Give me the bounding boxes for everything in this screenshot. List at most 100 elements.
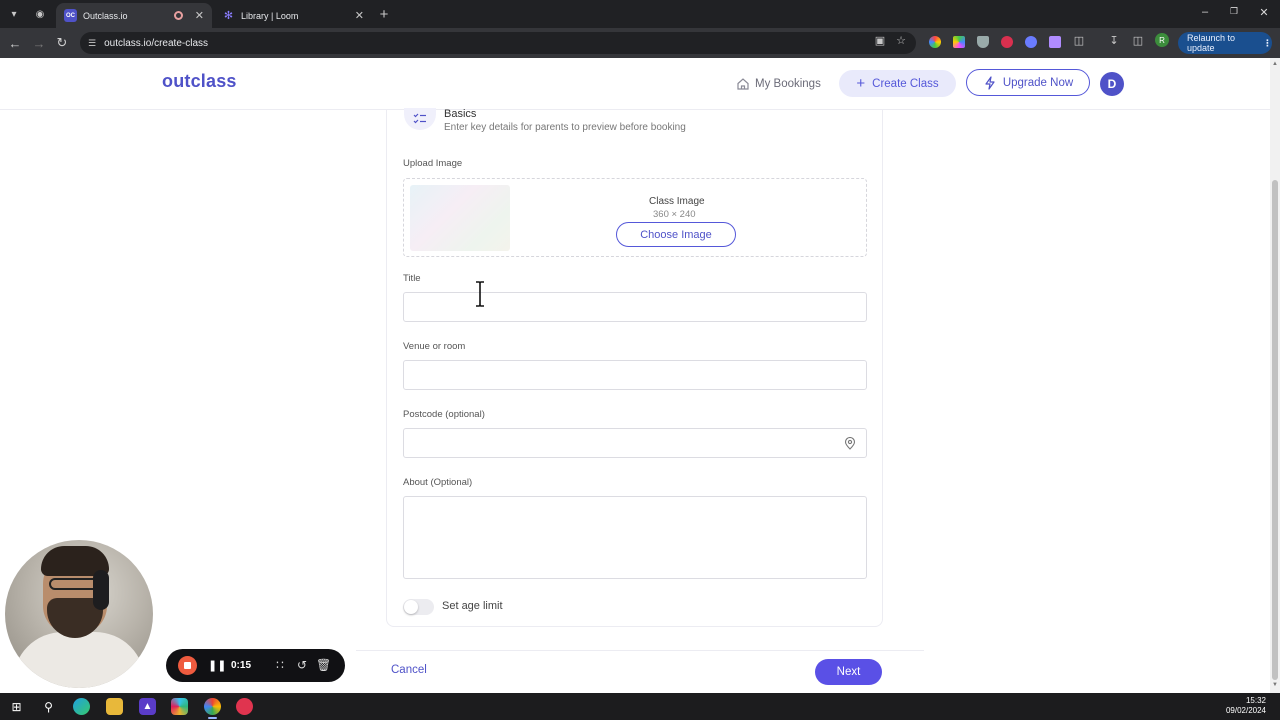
about-label: About (Optional) bbox=[403, 477, 473, 488]
extension-pen-icon[interactable] bbox=[1049, 36, 1061, 48]
scrollbar-thumb[interactable] bbox=[1272, 180, 1278, 680]
venue-input[interactable] bbox=[404, 361, 866, 389]
shield-extension-icon[interactable] bbox=[977, 36, 989, 48]
section-title: Basics bbox=[444, 108, 477, 120]
cancel-button[interactable]: Cancel bbox=[391, 664, 427, 676]
app-purple-icon[interactable]: ▲ bbox=[139, 698, 156, 715]
side-panel-icon[interactable]: ◫ bbox=[1131, 33, 1145, 47]
file-explorer-icon[interactable] bbox=[106, 698, 123, 715]
relaunch-to-update-button[interactable]: Relaunch to update ⋮ bbox=[1178, 32, 1272, 54]
tab-outclass[interactable]: OC Outclass.io ✕ bbox=[56, 3, 212, 28]
profile-avatar[interactable]: R bbox=[1155, 33, 1169, 47]
toggle-knob bbox=[404, 600, 418, 614]
minimize-icon[interactable]: – bbox=[1197, 6, 1213, 18]
restart-icon[interactable]: ↺ bbox=[295, 658, 309, 672]
location-pin-icon[interactable] bbox=[844, 437, 856, 450]
slack-icon[interactable] bbox=[171, 698, 188, 715]
restore-icon[interactable]: ❐ bbox=[1226, 6, 1242, 17]
tab-label: Outclass.io bbox=[83, 10, 128, 21]
new-tab-icon[interactable]: + bbox=[374, 4, 394, 24]
outclass-favicon-icon: OC bbox=[64, 9, 77, 22]
postcode-input[interactable] bbox=[404, 429, 866, 457]
more-menu-icon: ⋮ bbox=[1263, 37, 1272, 48]
drawing-tools-icon[interactable]: ∷ bbox=[273, 658, 287, 672]
close-tab-icon[interactable]: ✕ bbox=[195, 9, 204, 22]
clock-time: 15:32 bbox=[1245, 696, 1266, 705]
webcam-bubble[interactable] bbox=[5, 540, 153, 688]
search-icon[interactable]: ⚲ bbox=[40, 698, 57, 715]
next-button[interactable]: Next bbox=[815, 659, 882, 685]
recording-timer: 0:15 bbox=[231, 660, 252, 671]
browser-toolbar: ← → ↻ ☰ outclass.io/create-class ▣ ☆ ◫ ↧… bbox=[0, 28, 1280, 58]
stop-icon bbox=[184, 662, 191, 669]
create-class-button[interactable]: + Create Class bbox=[839, 70, 956, 97]
image-upload-dropzone[interactable]: Class Image 360 × 240 Choose Image bbox=[403, 178, 867, 257]
browser-titlebar: ▾ ◉ OC Outclass.io ✕ ✻ Library | Loom ✕ … bbox=[0, 0, 1280, 28]
chrome-taskbar-icon[interactable] bbox=[204, 698, 221, 719]
user-avatar[interactable]: D bbox=[1100, 72, 1124, 96]
upload-image-label: Upload Image bbox=[403, 158, 463, 169]
back-icon[interactable]: ← bbox=[6, 34, 24, 52]
close-tab-icon[interactable]: ✕ bbox=[355, 9, 364, 22]
loom-extension-icon[interactable] bbox=[1001, 36, 1013, 48]
windows-taskbar: ⊞ ⚲ ▲ 15:32 09/02/2024 bbox=[0, 693, 1280, 720]
class-image-preview bbox=[410, 185, 510, 251]
loom-recording-controls: ❚❚ 0:15 ∷ ↺ 🗑 bbox=[166, 649, 345, 682]
tab-loom-library[interactable]: ✻ Library | Loom ✕ bbox=[214, 3, 372, 28]
about-textarea-wrapper bbox=[403, 496, 867, 579]
class-image-dimensions: 360 × 240 bbox=[653, 209, 696, 220]
page: outclass My Bookings + Create Class Upgr… bbox=[0, 58, 1270, 693]
download-icon[interactable]: ↧ bbox=[1107, 33, 1121, 47]
pause-icon[interactable]: ❚❚ bbox=[208, 659, 226, 672]
address-bar[interactable]: ☰ outclass.io/create-class bbox=[80, 32, 916, 54]
text-cursor-icon bbox=[476, 281, 484, 307]
close-window-icon[interactable]: ✕ bbox=[1256, 6, 1272, 19]
system-clock[interactable]: 15:32 09/02/2024 bbox=[1226, 696, 1266, 716]
delete-icon[interactable]: 🗑 bbox=[316, 658, 331, 672]
site-header: outclass My Bookings + Create Class Upgr… bbox=[0, 58, 1270, 110]
upgrade-now-button[interactable]: Upgrade Now bbox=[966, 69, 1090, 96]
section-subtitle: Enter key details for parents to preview… bbox=[444, 122, 686, 133]
postcode-label: Postcode (optional) bbox=[403, 409, 485, 420]
age-limit-label: Set age limit bbox=[442, 600, 503, 612]
site-info-icon[interactable]: ☰ bbox=[88, 38, 96, 49]
reload-icon[interactable]: ↻ bbox=[53, 34, 71, 52]
class-image-title: Class Image bbox=[649, 196, 705, 207]
extensions-puzzle-icon[interactable]: ◫ bbox=[1072, 33, 1086, 47]
edge-browser-icon[interactable] bbox=[73, 698, 90, 715]
extension-badge-icon[interactable] bbox=[1025, 36, 1037, 48]
scroll-down-icon[interactable]: ▼ bbox=[1272, 682, 1278, 688]
recording-dot-icon bbox=[173, 11, 183, 20]
postcode-input-wrapper bbox=[403, 428, 867, 458]
age-limit-toggle[interactable] bbox=[403, 599, 434, 615]
bookmark-star-icon[interactable]: ☆ bbox=[894, 33, 908, 47]
tab-search-icon[interactable]: ▾ bbox=[4, 4, 24, 24]
url-text: outclass.io/create-class bbox=[104, 37, 209, 49]
cast-icon[interactable]: ▣ bbox=[873, 33, 887, 47]
tab-label: Library | Loom bbox=[241, 10, 299, 21]
scroll-up-icon[interactable]: ▲ bbox=[1272, 61, 1278, 67]
title-input-wrapper bbox=[403, 292, 867, 322]
extension-pinwheel-icon[interactable] bbox=[953, 36, 965, 48]
create-class-label: Create Class bbox=[872, 77, 939, 90]
title-label: Title bbox=[403, 273, 421, 284]
webcam-person-body bbox=[13, 632, 145, 688]
my-bookings-label: My Bookings bbox=[755, 78, 821, 90]
webcam-headphones bbox=[93, 570, 109, 610]
choose-image-button[interactable]: Choose Image bbox=[616, 222, 736, 247]
venue-input-wrapper bbox=[403, 360, 867, 390]
my-bookings-link[interactable]: My Bookings bbox=[736, 74, 821, 94]
stop-recording-button[interactable] bbox=[178, 656, 197, 675]
upgrade-label: Upgrade Now bbox=[1002, 76, 1074, 89]
extension-color-icon[interactable] bbox=[929, 36, 941, 48]
loom-favicon-icon: ✻ bbox=[223, 10, 234, 22]
page-scrollbar[interactable]: ▲ ▼ bbox=[1270, 58, 1280, 693]
plus-icon: + bbox=[856, 75, 866, 92]
lightning-bolt-icon bbox=[985, 75, 995, 90]
loom-taskbar-icon[interactable] bbox=[236, 698, 253, 715]
windows-start-icon[interactable]: ⊞ bbox=[8, 698, 25, 715]
forward-icon[interactable]: → bbox=[30, 34, 48, 52]
footer-divider bbox=[356, 650, 924, 651]
about-textarea[interactable] bbox=[404, 497, 866, 578]
outclass-logo[interactable]: outclass bbox=[162, 71, 237, 92]
